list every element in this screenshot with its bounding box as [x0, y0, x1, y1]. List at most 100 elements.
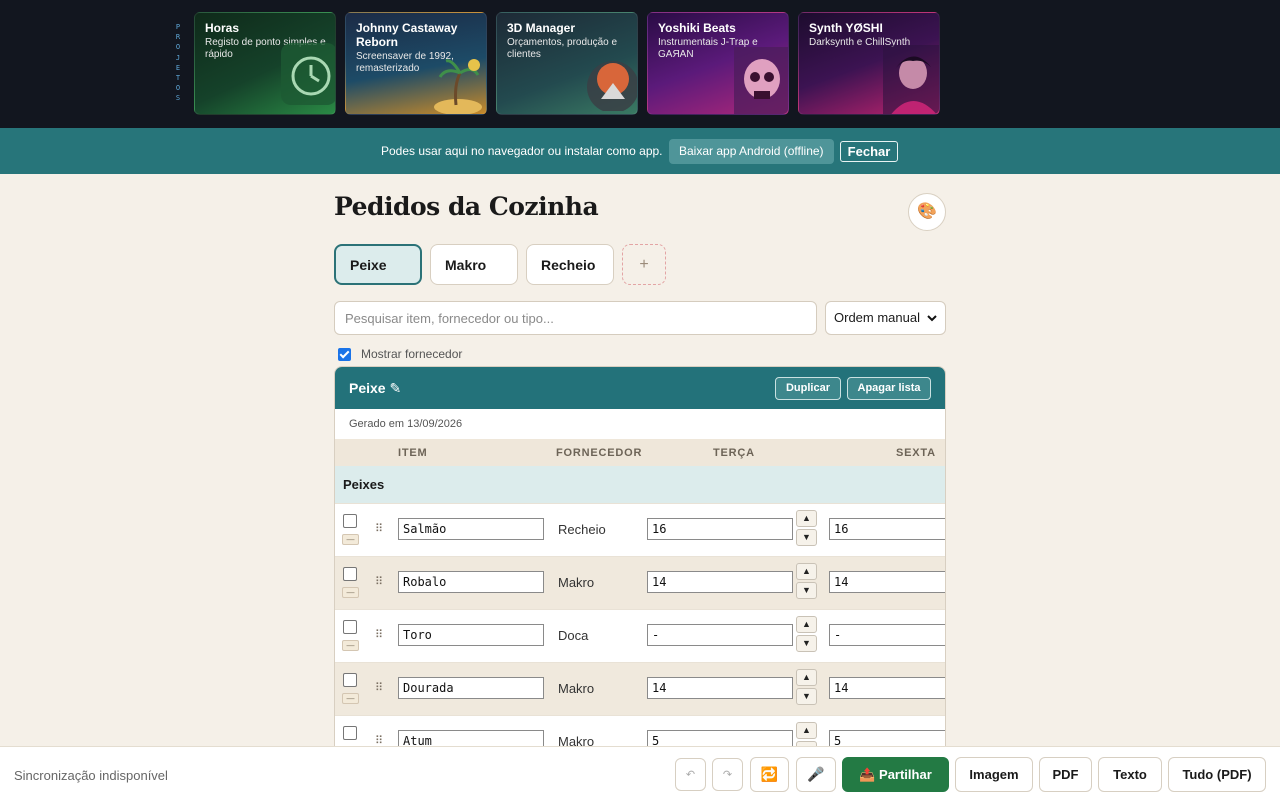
clock-icon [281, 43, 335, 105]
export-pdf-button[interactable]: PDF [1039, 757, 1092, 792]
project-card-title: Johnny Castaway Reborn [356, 21, 458, 49]
decrement-button[interactable]: ▼ [796, 582, 817, 599]
portrait-artwork-icon [883, 45, 939, 114]
friday-qty-input[interactable]: 5 [829, 730, 945, 746]
column-header-friday: SEXTA [896, 447, 936, 459]
item-name-input[interactable]: Atum [398, 730, 544, 746]
row-supplier: Makro [558, 575, 595, 590]
friday-qty-input[interactable]: - [829, 624, 945, 646]
tab-peixe[interactable]: Peixe [334, 244, 422, 285]
friday-qty-input[interactable]: 14 [829, 571, 945, 593]
drag-handle-icon[interactable]: ⠿ [375, 734, 383, 746]
download-android-button[interactable]: Baixar app Android (offline) [669, 139, 834, 164]
table-row: — ⠿ Salmão Recheio 16 ▲ ▼ 16 [335, 503, 945, 556]
install-banner: Podes usar aqui no navegador ou instalar… [0, 128, 1280, 174]
increment-button[interactable]: ▲ [796, 510, 817, 527]
voice-button[interactable]: 🎤 [796, 757, 836, 792]
tuesday-qty-input[interactable]: - [647, 624, 793, 646]
undo-icon: ↶ [685, 769, 696, 781]
project-card-title: 3D Manager [507, 21, 576, 35]
list-title[interactable]: Peixe ✎ [349, 380, 401, 397]
remove-row-button[interactable]: — [342, 693, 359, 704]
show-supplier-toggle[interactable]: Mostrar fornecedor [338, 347, 462, 361]
order-select-value: Ordem manual [834, 310, 920, 325]
search-input[interactable] [334, 301, 817, 335]
export-image-button[interactable]: Imagem [955, 757, 1033, 792]
project-card-johnny[interactable]: Johnny Castaway Reborn Screensaver de 19… [345, 12, 487, 115]
remove-row-button[interactable]: — [342, 534, 359, 545]
friday-qty-input[interactable]: 16 [829, 518, 945, 540]
add-list-button[interactable]: + [622, 244, 666, 285]
row-supplier: Makro [558, 681, 595, 696]
export-text-button[interactable]: Texto [1098, 757, 1162, 792]
repeat-button[interactable]: 🔁 [750, 757, 789, 792]
decrement-button[interactable]: ▼ [796, 529, 817, 546]
redo-button[interactable]: ↷ [712, 758, 743, 791]
palette-icon: 🎨 [917, 203, 937, 220]
item-name-input[interactable]: Toro [398, 624, 544, 646]
increment-button[interactable]: ▲ [796, 669, 817, 686]
row-checkbox[interactable] [343, 673, 357, 687]
item-name-input[interactable]: Robalo [398, 571, 544, 593]
increment-button[interactable]: ▲ [796, 563, 817, 580]
row-checkbox[interactable] [343, 620, 357, 634]
close-banner-button[interactable]: Fechar [840, 141, 898, 162]
table-row: — ⠿ Robalo Makro 14 ▲ ▼ 14 [335, 556, 945, 609]
drag-handle-icon[interactable]: ⠿ [375, 681, 383, 694]
island-icon [434, 59, 482, 114]
drag-handle-icon[interactable]: ⠿ [375, 522, 383, 535]
item-name-input[interactable]: Salmão [398, 518, 544, 540]
drag-handle-icon[interactable]: ⠿ [375, 575, 383, 588]
decrement-button[interactable]: ▼ [796, 688, 817, 705]
project-card-synth[interactable]: Synth YØSHI Darksynth e ChillSynth [798, 12, 940, 115]
row-supplier: Makro [558, 734, 595, 746]
tab-makro[interactable]: Makro [430, 244, 518, 285]
tuesday-qty-input[interactable]: 5 [647, 730, 793, 746]
tuesday-qty-input[interactable]: 14 [647, 677, 793, 699]
increment-button[interactable]: ▲ [796, 616, 817, 633]
list-header: Peixe ✎ Duplicar Apagar lista [335, 367, 945, 409]
project-card-3d-manager[interactable]: 3D Manager Orçamentos, produção e client… [496, 12, 638, 115]
export-all-pdf-button[interactable]: Tudo (PDF) [1168, 757, 1266, 792]
order-select[interactable]: Ordem manual [825, 301, 946, 335]
increment-button[interactable]: ▲ [796, 722, 817, 739]
group-header: Peixes [335, 466, 945, 503]
row-supplier: Recheio [558, 522, 606, 537]
undo-button[interactable]: ↶ [675, 758, 706, 791]
skull-artwork-icon [734, 47, 788, 114]
remove-row-button[interactable]: — [342, 587, 359, 598]
decrement-button[interactable]: ▼ [796, 635, 817, 652]
delete-list-button[interactable]: Apagar lista [847, 377, 931, 400]
tuesday-qty-input[interactable]: 16 [647, 518, 793, 540]
column-header-item: ITEM [398, 447, 428, 459]
table-row: — ⠿ Dourada Makro 14 ▲ ▼ 14 [335, 662, 945, 715]
friday-qty-input[interactable]: 14 [829, 677, 945, 699]
show-supplier-checkbox[interactable] [338, 347, 351, 361]
tuesday-qty-input[interactable]: 14 [647, 571, 793, 593]
chevron-down-icon [927, 315, 937, 322]
row-checkbox[interactable] [343, 514, 357, 528]
theme-palette-button[interactable]: 🎨 [908, 193, 946, 231]
list-panel: Peixe ✎ Duplicar Apagar lista Gerado em … [334, 366, 946, 746]
drag-handle-icon[interactable]: ⠿ [375, 628, 383, 641]
microphone-icon: 🎤 [807, 766, 825, 782]
group-title: Peixes [343, 477, 385, 492]
row-supplier: Doca [558, 628, 589, 643]
remove-row-button[interactable]: — [342, 640, 359, 651]
project-card-yoshiki[interactable]: Yoshiki Beats Instrumentais J-Trap e GAЯ… [647, 12, 789, 115]
repeat-icon: 🔁 [760, 766, 779, 782]
footer-toolbar: Sincronização indisponível ↶ ↷ 🔁 🎤 📤 Par… [0, 746, 1280, 800]
show-supplier-label: Mostrar fornecedor [361, 347, 463, 361]
share-button[interactable]: 📤 Partilhar [842, 757, 949, 792]
duplicate-button[interactable]: Duplicar [775, 377, 841, 400]
page-title: Pedidos da Cozinha [334, 192, 599, 221]
row-checkbox[interactable] [343, 567, 357, 581]
item-name-input[interactable]: Dourada [398, 677, 544, 699]
table-row: — ⠿ Toro Doca - ▲ ▼ - [335, 609, 945, 662]
column-header-supplier: FORNECEDOR [556, 447, 643, 459]
table-row: — ⠿ Atum Makro 5 ▲ ▼ 5 [335, 715, 945, 746]
project-card-horas[interactable]: Horas Registo de ponto simples e rápido [194, 12, 336, 115]
redo-icon: ↷ [722, 769, 733, 781]
tab-recheio[interactable]: Recheio [526, 244, 614, 285]
row-checkbox[interactable] [343, 726, 357, 740]
